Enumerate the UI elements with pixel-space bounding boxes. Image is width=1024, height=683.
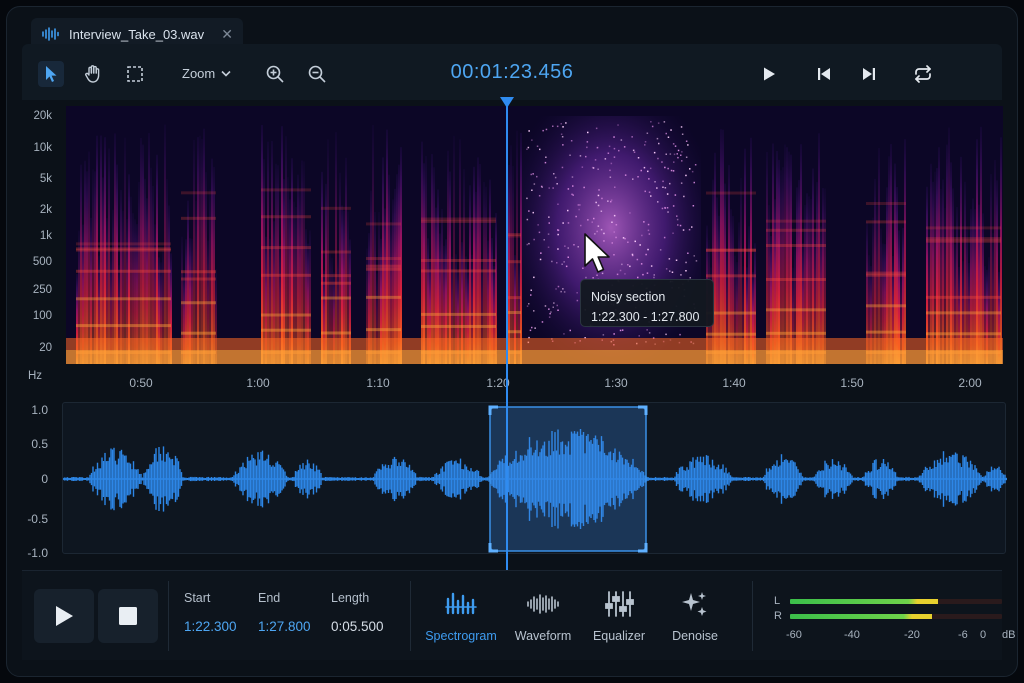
zoom-dropdown[interactable]: Zoom: [182, 66, 231, 81]
spectrogram-icon: [420, 589, 502, 619]
start-value[interactable]: 1:22.300: [184, 619, 237, 634]
amp-tick: -1.0: [27, 546, 48, 560]
time-tick: 1:50: [840, 376, 864, 390]
level-meter: L R -60 -40 -20 -6 0 dB: [774, 591, 1015, 651]
waveform-panel: 1.0 0.5 0 -0.5 -1.0: [22, 400, 1008, 560]
hand-pan-icon[interactable]: [80, 61, 106, 87]
audio-waveform-icon: [42, 27, 59, 41]
mode-denoise[interactable]: Denoise: [654, 589, 736, 643]
mode-spectrogram[interactable]: Spectrogram: [420, 589, 502, 643]
mode-label: Waveform: [514, 629, 572, 643]
close-icon[interactable]: ✕: [221, 26, 233, 43]
mode-label: Spectrogram: [425, 629, 497, 643]
playhead-handle-icon[interactable]: [500, 97, 514, 109]
meter-channel-right: R: [774, 610, 782, 622]
spectrogram-panel: 20k 10k 5k 2k 1k 500 250 100 20 Hz: [22, 100, 1003, 382]
select-arrow-icon[interactable]: [38, 61, 64, 87]
zoom-out-icon[interactable]: [304, 61, 330, 87]
play-icon[interactable]: [756, 61, 782, 87]
frequency-axis: 20k 10k 5k 2k 1k 500 250 100 20 Hz: [22, 100, 68, 382]
meter-channel-left: L: [774, 595, 781, 607]
meter-bar-left: [790, 599, 1002, 604]
amp-tick: 0: [41, 472, 48, 486]
spectrogram-canvas[interactable]: [66, 106, 1003, 364]
length-value: 0:05.500: [331, 619, 384, 634]
amp-tick: -0.5: [27, 512, 48, 526]
meter-scale-tick: 0: [980, 629, 987, 641]
freq-tick: 250: [32, 284, 52, 296]
toolbar: Zoom 00:01:23.456: [22, 44, 1002, 100]
length-label: Length: [331, 591, 370, 605]
freq-tick: 500: [32, 256, 52, 268]
end-value[interactable]: 1:27.800: [258, 619, 311, 634]
amplitude-axis: 1.0 0.5 0 -0.5 -1.0: [22, 400, 62, 560]
time-tick: 1:10: [366, 376, 390, 390]
mode-label: Equalizer: [592, 629, 646, 643]
meter-scale-tick: -20: [904, 629, 920, 641]
mode-equalizer[interactable]: Equalizer: [578, 589, 660, 643]
freq-tick: 5k: [39, 173, 52, 185]
noisy-section-tooltip: Noisy section 1:22.300 - 1:27.800: [580, 279, 714, 327]
meter-scale-tick: -6: [958, 629, 968, 641]
time-tick: 0:50: [129, 376, 153, 390]
freq-tick: 10k: [33, 142, 52, 154]
zoom-in-icon[interactable]: [262, 61, 288, 87]
time-tick: 1:30: [604, 376, 628, 390]
start-label: Start: [184, 591, 211, 605]
playhead-line[interactable]: [506, 100, 508, 570]
meter-scale-tick: -40: [844, 629, 860, 641]
chevron-down-icon: [221, 70, 231, 77]
timecode-display: 00:01:23.456: [450, 61, 574, 83]
freq-tick: 2k: [39, 204, 52, 216]
meter-scale-unit: dB: [1002, 629, 1016, 641]
marquee-select-icon[interactable]: [122, 61, 148, 87]
time-tick: 1:00: [246, 376, 270, 390]
meter-bar-right: [790, 614, 1002, 619]
skip-forward-icon[interactable]: [856, 61, 882, 87]
selection-region[interactable]: [488, 405, 648, 553]
time-axis: 0:50 1:00 1:10 1:20 1:30 1:40 1:50 2:00: [22, 368, 1002, 398]
tooltip-range: 1:22.300 - 1:27.800: [591, 310, 700, 324]
meter-scale-tick: -60: [786, 629, 802, 641]
stop-button[interactable]: [98, 589, 158, 643]
freq-tick: 20k: [33, 110, 52, 122]
selection-length: Length 0:05.500: [331, 591, 384, 634]
spectrogram-image: [66, 106, 1003, 364]
freq-tick: 1k: [39, 230, 52, 242]
time-tick: 1:40: [722, 376, 746, 390]
amp-tick: 1.0: [31, 403, 48, 417]
freq-tick: 20: [39, 342, 52, 354]
waveform-canvas[interactable]: [62, 402, 1008, 554]
mode-waveform[interactable]: Waveform: [502, 589, 584, 643]
time-tick: 2:00: [958, 376, 982, 390]
loop-icon[interactable]: [910, 61, 936, 87]
play-button[interactable]: [34, 589, 94, 643]
bottom-bar: Start 1:22.300 End 1:27.800 Length 0:05.…: [22, 570, 1015, 660]
zoom-label: Zoom: [182, 66, 216, 81]
sparkle-denoise-icon: [654, 589, 736, 619]
waveform-icon: [502, 589, 584, 619]
end-label: End: [258, 591, 281, 605]
mouse-cursor-icon: [584, 233, 610, 273]
tooltip-title: Noisy section: [591, 290, 666, 304]
file-tab-title: Interview_Take_03.wav: [69, 26, 205, 42]
skip-back-icon[interactable]: [811, 61, 837, 87]
selection-start: Start 1:22.300: [184, 591, 237, 634]
waveform-image: [62, 405, 1008, 553]
selection-end: End 1:27.800: [258, 591, 311, 634]
amp-tick: 0.5: [31, 437, 48, 451]
mode-label: Denoise: [672, 629, 718, 643]
play-icon: [56, 606, 73, 626]
selection-info: Start 1:22.300 End 1:27.800 Length 0:05.…: [174, 581, 406, 655]
equalizer-icon: [578, 589, 660, 619]
freq-tick: 100: [32, 310, 52, 322]
stop-icon: [119, 607, 137, 625]
